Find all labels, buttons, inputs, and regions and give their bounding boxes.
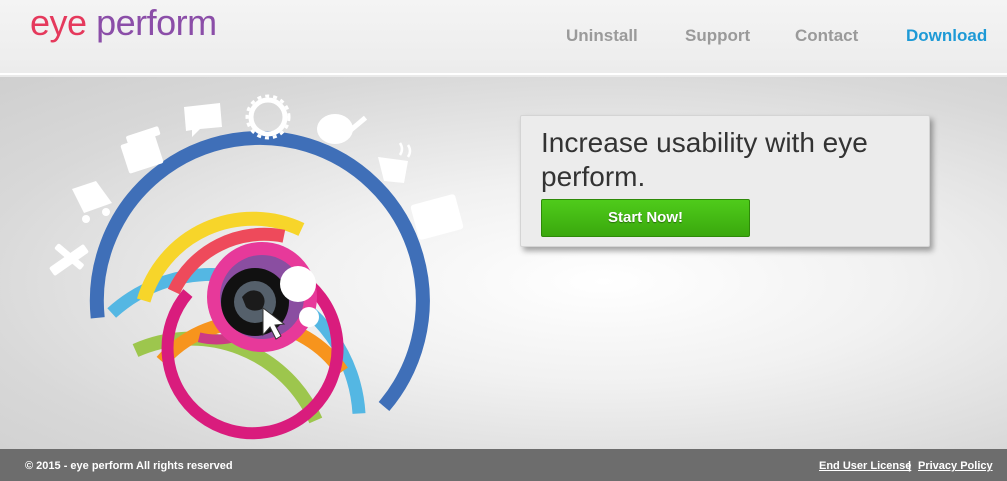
privacy-policy-link[interactable]: Privacy Policy	[918, 460, 993, 472]
sun-icon	[245, 94, 291, 140]
logo-word-eye: eye	[30, 2, 87, 43]
eye-highlight-large	[280, 266, 316, 302]
nav-uninstall[interactable]: Uninstall	[566, 26, 638, 46]
logo-word-perform: perform	[96, 2, 217, 43]
eye-highlight-small	[299, 307, 319, 327]
hero-banner: Increase usability with eye perform. Sta…	[0, 77, 1007, 449]
start-now-button[interactable]: Start Now!	[541, 199, 750, 237]
copyright-text: © 2015 - eye perform All rights reserved	[25, 460, 233, 472]
coffee-cup-icon	[378, 142, 412, 183]
grid-window-icon	[410, 194, 464, 240]
headline: Increase usability with eye perform.	[541, 127, 868, 192]
nav-support[interactable]: Support	[685, 26, 750, 46]
nav-contact[interactable]: Contact	[795, 26, 858, 46]
footer-separator: |	[908, 460, 912, 472]
logo[interactable]: eye perform	[30, 2, 217, 44]
eye-rainbow-graphic	[49, 94, 464, 440]
chat-bubble-icon	[184, 103, 222, 137]
footer: © 2015 - eye perform All rights reserved…	[0, 449, 1007, 481]
shopping-cart-icon	[72, 181, 112, 223]
paint-palette-icon	[317, 114, 368, 144]
end-user-license-link[interactable]: End User License	[819, 460, 911, 472]
header: eye perform Uninstall Support Contact Do…	[0, 0, 1007, 75]
cta-card: Increase usability with eye perform. Sta…	[520, 115, 930, 247]
tools-icon	[49, 243, 89, 276]
nav-download[interactable]: Download	[906, 26, 987, 46]
